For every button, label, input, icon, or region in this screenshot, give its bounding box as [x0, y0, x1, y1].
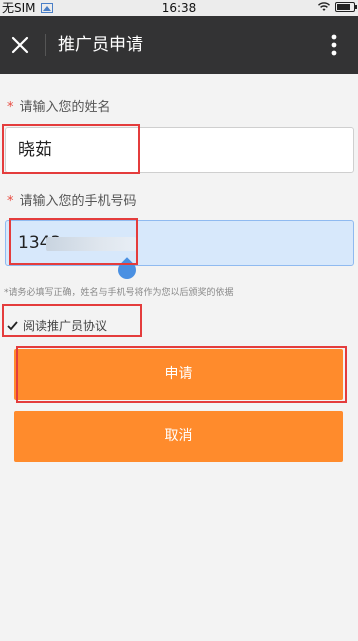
agreement-checkbox-row[interactable]: 阅读推广员协议 [6, 317, 107, 334]
status-time: 16:38 [161, 1, 197, 15]
hint-text: *请务必填写正确，姓名与手机号将作为您以后颁奖的依据 [4, 288, 234, 298]
close-icon [11, 36, 29, 54]
agreement-label[interactable]: 阅读推广员协议 [23, 317, 107, 334]
name-field-label: * 请输入您的姓名 [7, 96, 111, 115]
close-button[interactable] [4, 29, 36, 61]
more-vertical-icon [331, 34, 337, 56]
required-mark: * [7, 194, 14, 209]
title-divider [45, 34, 46, 56]
phone-input[interactable]: 1343 [5, 220, 354, 266]
wifi-icon [318, 2, 330, 11]
required-mark: * [7, 100, 14, 115]
status-right [317, 1, 357, 12]
name-label-text: 请输入您的姓名 [19, 100, 111, 115]
more-menu-button[interactable] [320, 31, 348, 59]
apply-button[interactable]: 申请 [14, 349, 343, 400]
title-bar: 推广员申请 [0, 16, 358, 74]
redacted-digits [46, 237, 136, 251]
phone-field-label: * 请输入您的手机号码 [7, 190, 137, 209]
page-title: 推广员申请 [58, 35, 143, 55]
status-bar: 无SIM 16:38 [0, 0, 358, 16]
name-input[interactable]: 晓茹 [5, 127, 354, 173]
agreement-checkbox[interactable] [6, 320, 18, 332]
checkmark-icon [6, 320, 18, 330]
battery-icon [335, 1, 357, 12]
cancel-button[interactable]: 取消 [14, 411, 343, 462]
phone-label-text: 请输入您的手机号码 [19, 194, 137, 209]
